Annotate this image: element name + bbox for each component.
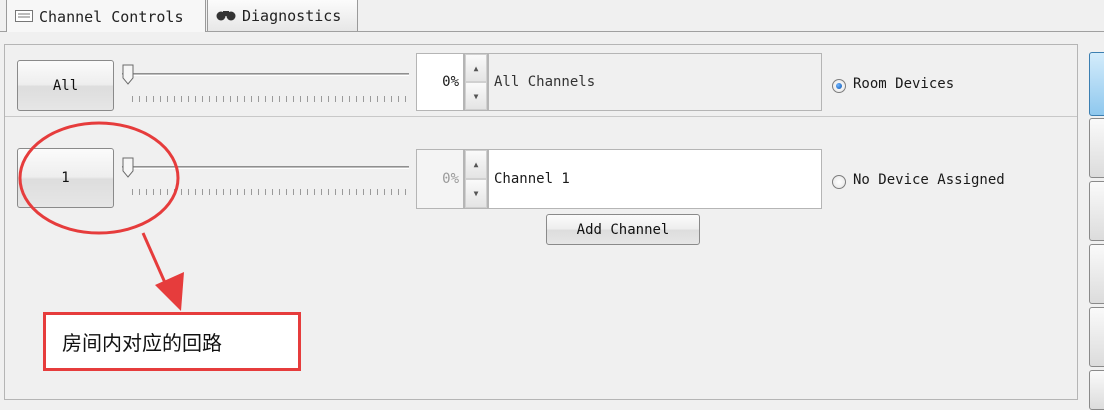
annotation-text: 房间内对应的回路: [62, 331, 222, 355]
annotation-arrow-head-icon: [155, 272, 184, 311]
annotation-callout: 房间内对应的回路: [43, 312, 301, 371]
annotation-arrow-shaft: [141, 232, 168, 286]
highlight-ellipse: [18, 121, 180, 235]
